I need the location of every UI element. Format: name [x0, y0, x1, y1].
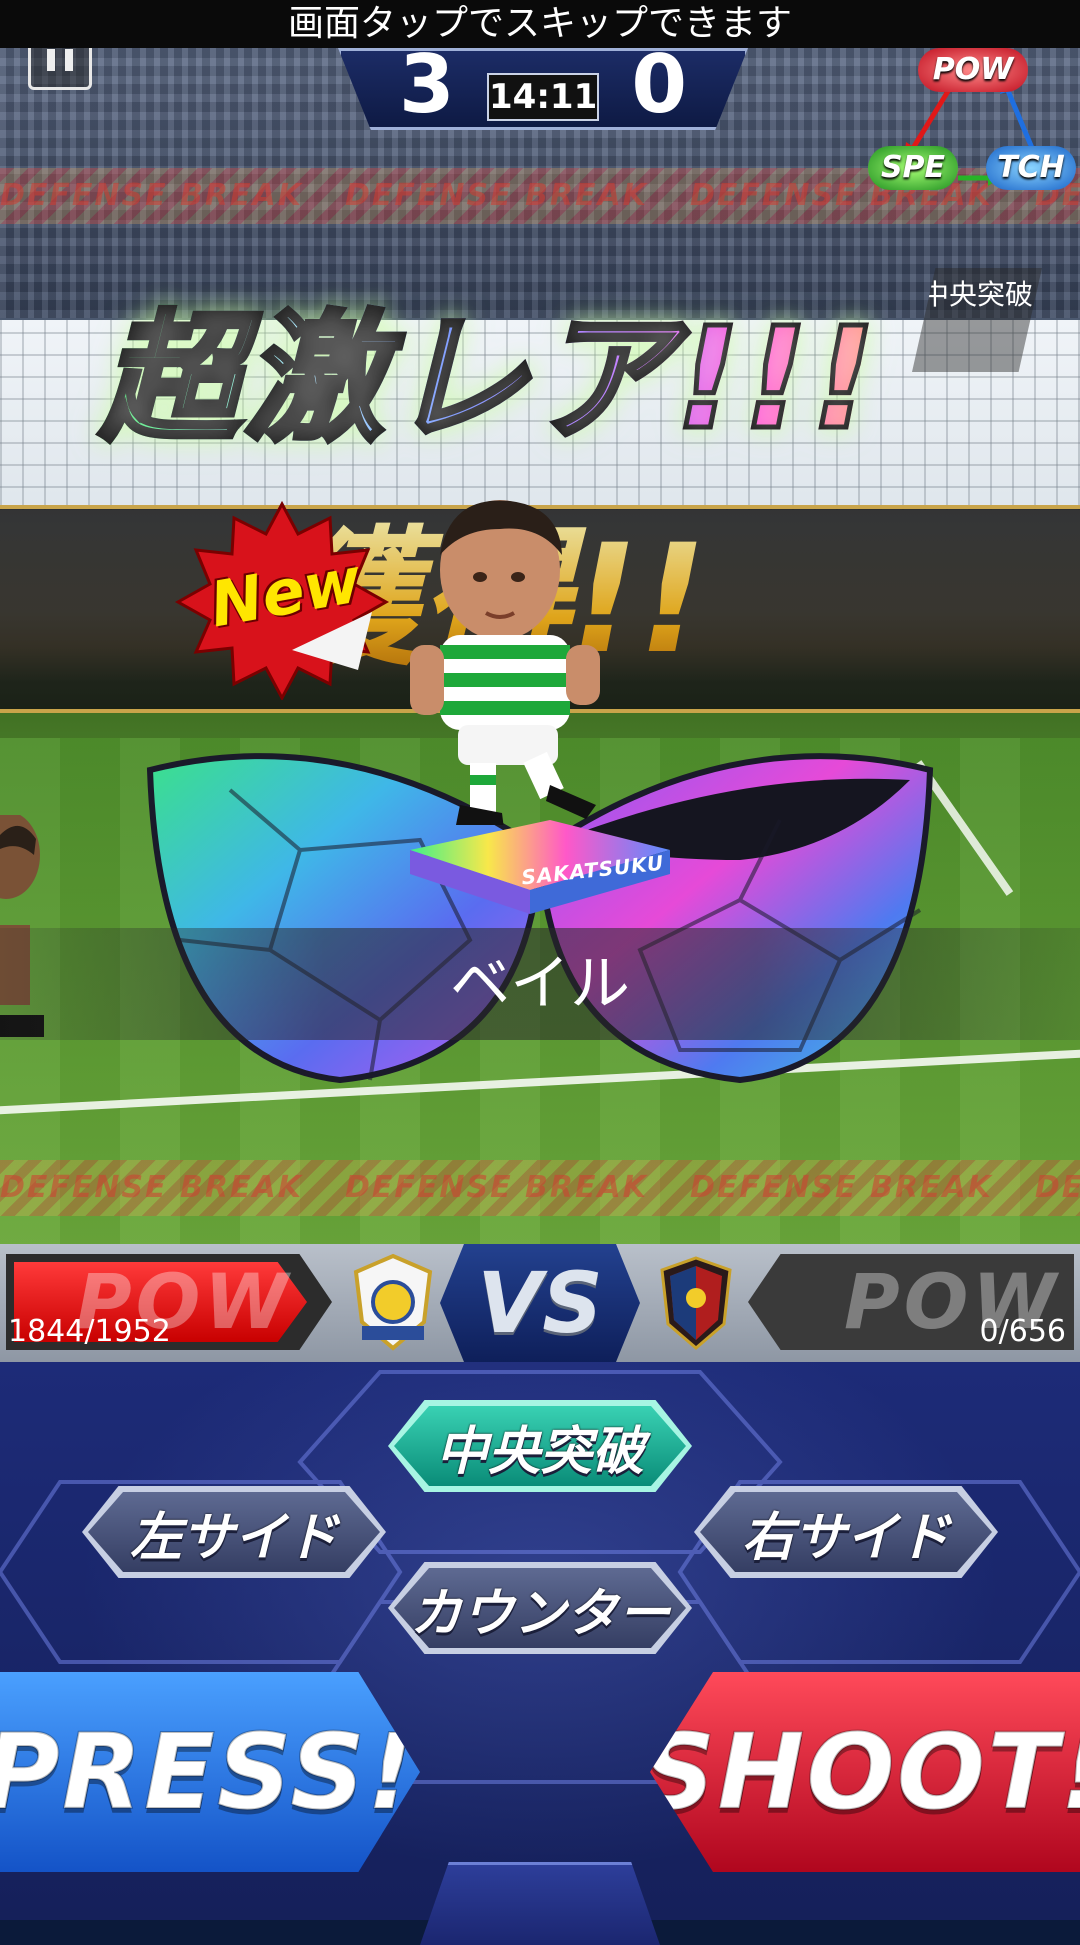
left-side-button[interactable]: 左サイド	[82, 1486, 386, 1578]
bottom-hex-tab	[420, 1862, 660, 1945]
shoot-button[interactable]: SHOOT!	[650, 1672, 1080, 1872]
scoreboard: 3 14:11 0	[338, 48, 748, 130]
attribute-triangle: POW SPE TCH	[860, 48, 1080, 208]
central-break-button[interactable]: 中央突破	[388, 1400, 692, 1492]
match-clock: 14:11	[487, 73, 599, 121]
counter-button[interactable]: カウンター	[388, 1562, 692, 1654]
tch-badge: TCH	[986, 146, 1076, 190]
defense-break-tape-bottom: DEFENSE BREAK DEFENSE BREAK DEFENSE BREAK D…	[0, 1160, 1080, 1216]
pow-badge: POW	[918, 48, 1028, 92]
away-club-crest	[660, 1256, 732, 1350]
home-club-crest	[353, 1253, 433, 1351]
player-figure	[410, 500, 600, 825]
home-score: 3	[399, 38, 455, 131]
away-pow-value: 0/656	[979, 1314, 1066, 1349]
away-score: 0	[631, 38, 687, 131]
super-rare-headline: 超激レア!!!	[98, 297, 980, 462]
press-button[interactable]: PRESS!	[0, 1672, 420, 1872]
vs-label: VS	[477, 1254, 603, 1352]
player-name: ベイル	[0, 928, 1080, 1040]
pause-button[interactable]	[28, 42, 92, 90]
home-pow-value: 1844/1952	[8, 1314, 171, 1349]
spe-badge: SPE	[868, 146, 958, 190]
pow-vs-bar: POW 1844/1952 VS POW 0/656	[0, 1244, 1080, 1362]
skip-banner[interactable]: 画面タップでスキップできます	[0, 0, 1080, 48]
right-side-button[interactable]: 右サイド	[694, 1486, 998, 1578]
